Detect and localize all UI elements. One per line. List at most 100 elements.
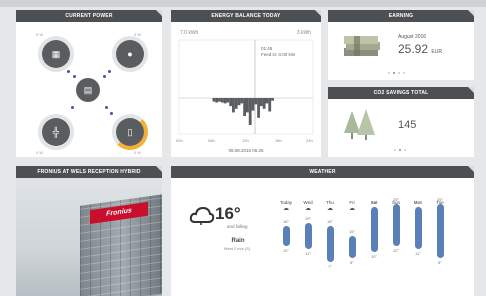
energy-bar [257,98,260,118]
corner-icon [468,166,474,172]
flow-dot [110,112,113,115]
energy-bar [232,98,235,113]
tooltip-text: Feed in: 0.00 kW [261,52,296,57]
trees-icon [344,109,375,140]
pager-dot[interactable] [393,72,395,74]
temp-range-bar [326,226,334,262]
earning-value: 25.92 [398,42,429,56]
load-label: 0 W [134,32,142,37]
forecast-low: 12° [392,247,400,253]
x-tick: 12h [242,138,249,143]
earning-card[interactable]: EARNING August 2016 25.92 EUR [328,10,474,80]
solar-panel-icon: ▦ [42,40,70,68]
temp-range-bar [414,207,422,249]
energy-bar [262,98,266,109]
forecast-day[interactable]: Today ☁ [275,200,297,213]
energy-bar [212,98,216,102]
forecast-low: 10° [370,254,378,259]
battery-label: 0 W [134,150,142,155]
pager-dot[interactable] [388,72,390,74]
energy-bar [218,98,221,102]
co2-title: CO2 SAVINGS TOTAL [373,90,429,96]
energy-bar [223,98,227,104]
forecast-high: 25° [436,197,444,202]
pager-dot[interactable] [399,149,401,151]
forecast-day[interactable]: Fri ☁ [341,200,363,213]
energy-bar [246,98,249,113]
inverter-icon: ▤ [76,78,100,102]
temp-range-bar [436,204,444,259]
temp-range-bar [392,204,400,246]
corner-icon [156,10,162,16]
earning-header: EARNING [328,10,474,22]
forecast-day[interactable]: Thu ☁ [319,200,341,213]
earning-currency: EUR [431,49,442,55]
temp-range-bar [370,207,378,252]
chart-date: 09.08.2016 06:25 [228,148,264,153]
temp-trend: and falling [227,224,248,229]
top-strip [0,0,486,7]
x-tick: 06h [208,138,215,143]
energy-bar [271,98,274,101]
energy-bar [251,98,255,111]
energy-bar [240,98,244,104]
current-power-card[interactable]: CURRENT POWER ▦ 0 W ● 0 W ▤ ╬ 0 W ▯ 0 W [16,10,162,157]
forecast-high: 24° [370,200,378,206]
cloud-icon: ☁ [349,206,355,212]
forecast-low: 7° [328,263,332,269]
temp-range-bar [304,223,312,249]
forecast-low: 11° [415,250,421,256]
weather-card[interactable]: WEATHER 16° and falling Rain West 2 m/s … [171,166,474,296]
energy-bar [268,98,272,112]
weather-condition: Rain [231,238,245,244]
flow-dot [73,75,76,78]
energy-bar [265,98,269,104]
energy-bar [237,98,241,106]
forecast-low: 12° [282,247,290,253]
weather-title: WEATHER [309,169,336,175]
flow-dot [71,106,74,109]
forecast-high: 19° [304,216,312,222]
co2-pager[interactable] [394,149,406,151]
cloud-icon: ☁ [327,206,333,212]
flow-dot [108,70,111,73]
pager-dot[interactable] [398,72,400,74]
wind-info: West 2 m/s (S) [223,246,251,251]
energy-bar [234,98,238,109]
current-power-header: CURRENT POWER [16,10,162,22]
earning-title: EARNING [388,13,414,19]
co2-card[interactable]: CO2 SAVINGS TOTAL 145 [328,87,474,157]
pager-dot[interactable] [394,149,396,151]
x-tick: 24h [306,138,313,143]
cloud-icon: ☁ [305,206,311,212]
plant-title: FRONIUS AT WELS RECEPTION HYBRID [37,169,141,175]
temp-range-bar [282,226,290,246]
energy-bar [259,98,263,107]
energy-balance-card[interactable]: ENERGY BALANCE TODAY 7.0 kWh 3 kWh 01:45… [171,10,321,157]
corner-icon [468,10,474,16]
earning-amount: 25.92 EUR [398,42,442,56]
earning-month: August 2016 [398,34,427,40]
flow-dot [105,106,108,109]
plant-card[interactable]: Fronius FRONIUS AT WELS RECEPTION HYBRID [16,166,162,296]
energy-bar [243,98,246,116]
forecast-low: 8° [350,260,354,266]
energy-bar [215,98,219,103]
energy-bar [220,98,224,103]
x-tick: 18h [275,138,282,143]
grid-label: 0 W [36,150,44,155]
forecast-low: 11° [305,250,311,256]
co2-header: CO2 SAVINGS TOTAL [328,87,474,99]
energy-bar [226,98,230,103]
plant-header: FRONIUS AT WELS RECEPTION HYBRID [16,166,162,178]
cloud-icon: ☁ [283,206,289,212]
forecast-high: 24° [414,200,422,206]
forecast-day[interactable]: Wed ☁ [297,200,319,213]
pager-dot[interactable] [404,149,406,151]
corner-icon [156,166,162,172]
earning-pager[interactable] [388,72,405,74]
energy-bar [248,98,252,125]
energy-chart[interactable] [171,10,321,157]
pager-dot[interactable] [403,72,405,74]
chart-tooltip: 01:45 Feed in: 0.00 kW [261,46,295,58]
